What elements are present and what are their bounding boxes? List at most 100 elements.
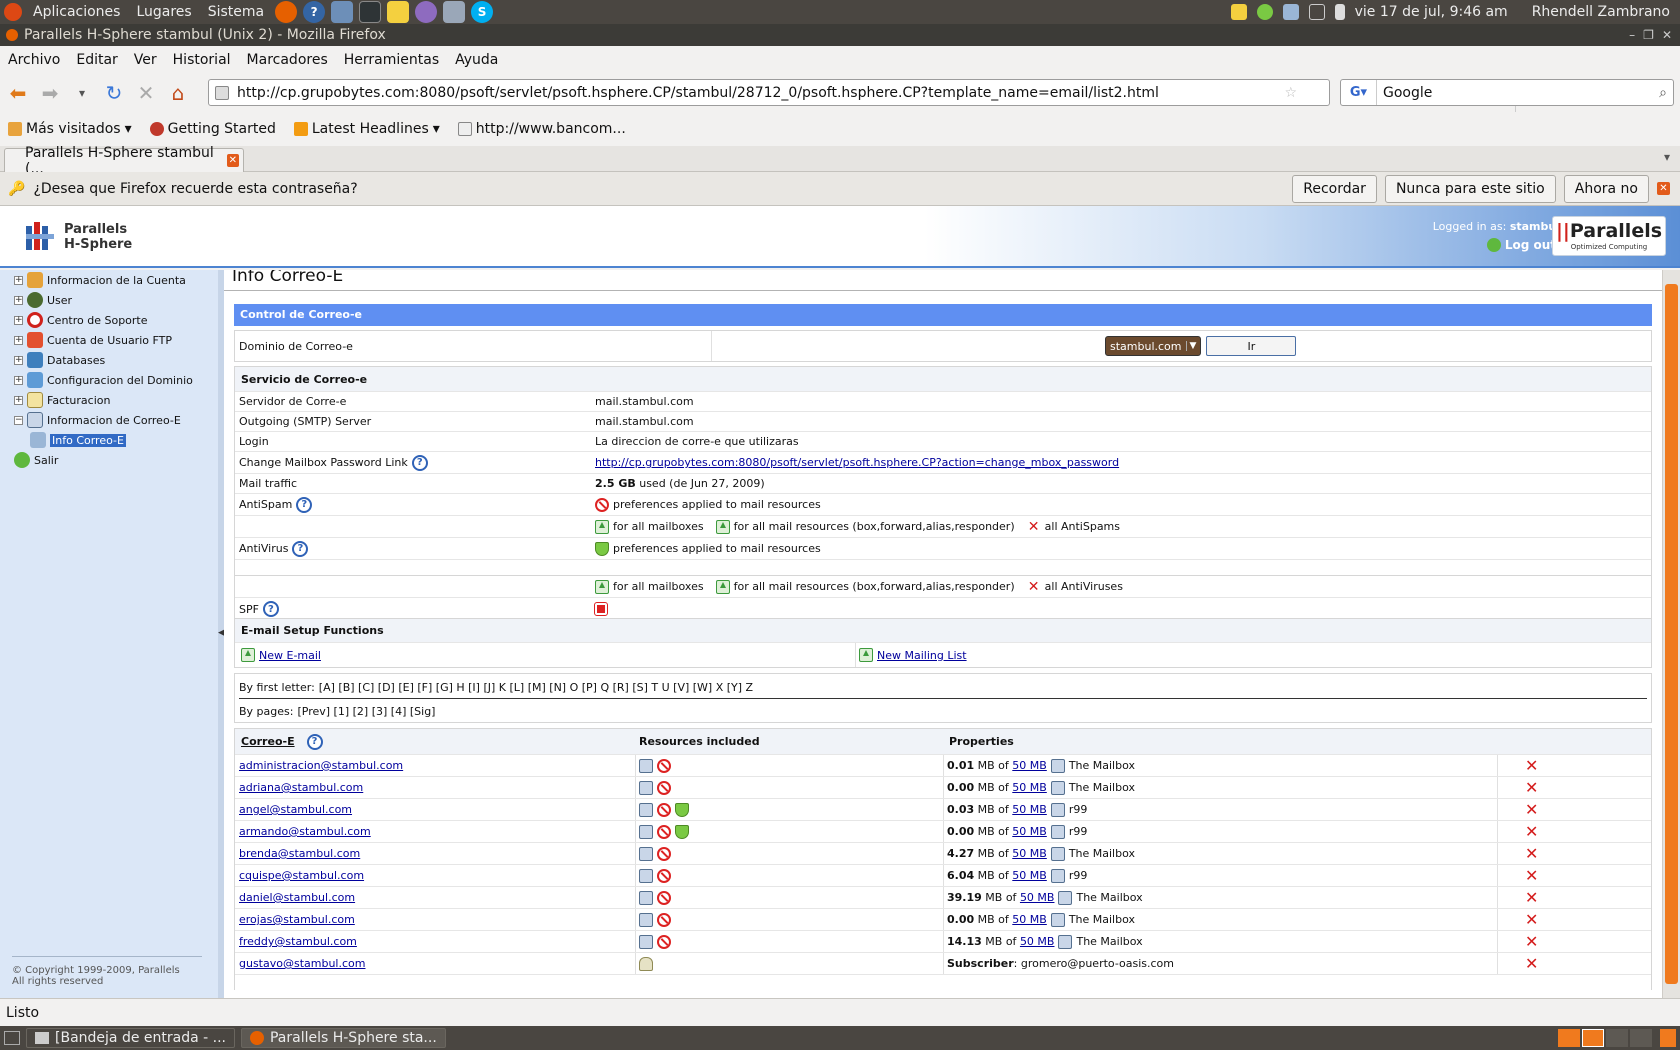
remove-icon[interactable]: ✕ — [1027, 579, 1041, 595]
expand-icon[interactable]: + — [14, 275, 23, 285]
mailbox-icon[interactable] — [639, 934, 653, 949]
new-email-link[interactable]: New E-mail — [259, 649, 321, 662]
mailbox-icon[interactable] — [639, 868, 653, 883]
chat-tray-icon[interactable] — [1256, 4, 1273, 20]
expand-icon[interactable]: + — [14, 295, 23, 305]
mailbox-settings-icon[interactable] — [1058, 890, 1073, 905]
help-icon[interactable]: ? — [306, 733, 323, 750]
apply-all-mailboxes-icon[interactable] — [595, 579, 609, 594]
expand-icon[interactable]: + — [14, 395, 23, 405]
delete-icon[interactable]: ✕ — [1525, 954, 1538, 973]
workspace-switcher[interactable] — [1558, 1029, 1676, 1047]
antispam-off-icon[interactable] — [657, 912, 671, 927]
workspace-3[interactable] — [1606, 1029, 1628, 1047]
trash-icon[interactable] — [1660, 1029, 1676, 1047]
mailbox-email-link[interactable]: angel@stambul.com — [239, 803, 352, 816]
sidebar-item-support[interactable]: + Centro de Soporte — [14, 311, 148, 329]
delete-icon[interactable]: ✕ — [1525, 844, 1538, 863]
menu-herramientas[interactable]: Herramientas — [336, 52, 447, 68]
mailbox-email-link[interactable]: freddy@stambul.com — [239, 935, 357, 948]
menu-historial[interactable]: Historial — [165, 52, 239, 68]
mailbox-settings-icon[interactable] — [1050, 802, 1065, 817]
col-email-sort[interactable]: Correo-E — [241, 735, 295, 748]
antivirus-shield-icon[interactable] — [675, 824, 689, 839]
workspace-1[interactable] — [1558, 1029, 1580, 1047]
network-tray-icon[interactable] — [1282, 4, 1299, 20]
sidebar-item-info-correo[interactable]: Info Correo-E — [30, 431, 126, 449]
antivirus-all-mailboxes[interactable]: for all mailboxes — [613, 580, 704, 593]
antispam-all-mailboxes[interactable]: for all mailboxes — [613, 520, 704, 533]
sidebar-item-email-info[interactable]: − Informacion de Correo-E — [14, 411, 181, 429]
mailbox-settings-icon[interactable] — [1050, 780, 1065, 795]
delete-icon[interactable]: ✕ — [1525, 822, 1538, 841]
menu-lugares[interactable]: Lugares — [128, 4, 199, 20]
pidgin-launcher-icon[interactable] — [415, 1, 438, 23]
antispam-off-icon[interactable] — [657, 780, 671, 795]
stop-icon[interactable]: ✕ — [132, 79, 160, 107]
forward-arrow-icon[interactable]: ➡ — [36, 79, 64, 107]
reload-icon[interactable]: ↻ — [100, 79, 128, 107]
mailbox-quota-link[interactable]: 50 MB — [1012, 781, 1047, 794]
close-icon[interactable]: ✕ — [1662, 28, 1672, 42]
delete-icon[interactable]: ✕ — [1525, 866, 1538, 885]
antivirus-shield-icon[interactable] — [595, 541, 609, 556]
antivirus-shield-icon[interactable] — [675, 802, 689, 817]
hsphere-logo[interactable]: Parallels H-Sphere — [26, 222, 132, 252]
help-icon[interactable]: ? — [411, 454, 428, 471]
antispam-off-icon[interactable] — [657, 824, 671, 839]
never-for-site-button[interactable]: Nunca para este sitio — [1384, 174, 1556, 203]
sidebar-item-ftp[interactable]: + Cuenta de Usuario FTP — [14, 331, 172, 349]
mailbox-settings-icon[interactable] — [1058, 934, 1073, 949]
mailbox-email-link[interactable]: adriana@stambul.com — [239, 781, 363, 794]
mailbox-quota-link[interactable]: 50 MB — [1020, 891, 1055, 904]
firefox-launcher-icon[interactable] — [275, 1, 298, 23]
tab-hsphere[interactable]: Parallels H-Sphere stambul (... ✕ — [4, 145, 244, 177]
network-launcher-icon[interactable] — [443, 1, 466, 23]
tab-close-icon[interactable]: ✕ — [226, 154, 239, 167]
email-launcher-icon[interactable] — [331, 1, 354, 23]
menu-archivo[interactable]: Archivo — [0, 52, 68, 68]
mailbox-settings-icon[interactable] — [1050, 824, 1065, 839]
mailbox-icon[interactable] — [639, 846, 653, 861]
delete-icon[interactable]: ✕ — [1525, 888, 1538, 907]
scrollbar-thumb[interactable] — [1665, 284, 1678, 984]
google-engine-icon[interactable]: G▾ — [1341, 80, 1377, 105]
antispam-off-icon[interactable] — [595, 497, 609, 512]
search-bar[interactable]: G▾ Google ⌕ — [1340, 79, 1674, 106]
mailbox-email-link[interactable]: administracion@stambul.com — [239, 759, 403, 772]
go-button[interactable]: Ir — [1206, 336, 1297, 356]
logout-link[interactable]: Log out — [1486, 238, 1556, 252]
workspace-2[interactable] — [1582, 1029, 1604, 1047]
search-icon[interactable]: ⌕ — [1659, 85, 1667, 101]
mailbox-icon[interactable] — [639, 802, 653, 817]
add-icon[interactable] — [859, 648, 873, 662]
task-mail[interactable]: [Bandeja de entrada - ... — [26, 1028, 235, 1048]
help-icon[interactable]: ? — [292, 540, 309, 557]
mailbox-quota-link[interactable]: 50 MB — [1012, 847, 1047, 860]
help-icon[interactable]: ? — [262, 601, 279, 617]
antispam-off-icon[interactable] — [657, 890, 671, 905]
antispam-off-icon[interactable] — [657, 934, 671, 949]
skype-launcher-icon[interactable]: S — [471, 1, 494, 23]
password-change-link[interactable]: http://cp.grupobytes.com:8080/psoft/serv… — [595, 456, 1119, 469]
window-titlebar[interactable]: Parallels H-Sphere stambul (Unix 2) - Mo… — [0, 24, 1680, 46]
not-now-button[interactable]: Ahora no — [1563, 174, 1649, 203]
pagination[interactable]: [Prev] [1] [2] [3] [4] [Sig] — [297, 705, 435, 718]
sidebar-item-billing[interactable]: + Facturacion — [14, 391, 110, 409]
bookmark-star-icon[interactable]: ☆ — [1284, 85, 1297, 101]
mailbox-quota-link[interactable]: 50 MB — [1020, 935, 1055, 948]
menu-marcadores[interactable]: Marcadores — [239, 52, 336, 68]
remember-button[interactable]: Recordar — [1292, 174, 1377, 203]
subscriber-icon[interactable] — [639, 956, 653, 971]
sidebar-item-user[interactable]: + User — [14, 291, 72, 309]
new-mailing-list-link[interactable]: New Mailing List — [877, 649, 967, 662]
apply-all-resources-icon[interactable] — [715, 519, 730, 534]
menu-editar[interactable]: Editar — [68, 52, 125, 68]
mailbox-quota-link[interactable]: 50 MB — [1012, 825, 1047, 838]
mailbox-email-link[interactable]: brenda@stambul.com — [239, 847, 360, 860]
mailbox-settings-icon[interactable] — [1050, 758, 1065, 773]
apply-all-mailboxes-icon[interactable] — [595, 519, 609, 534]
antispam-off-icon[interactable] — [657, 846, 671, 861]
sidebar-item-domain-config[interactable]: + Configuracion del Dominio — [14, 371, 193, 389]
expand-icon[interactable]: + — [14, 315, 23, 325]
